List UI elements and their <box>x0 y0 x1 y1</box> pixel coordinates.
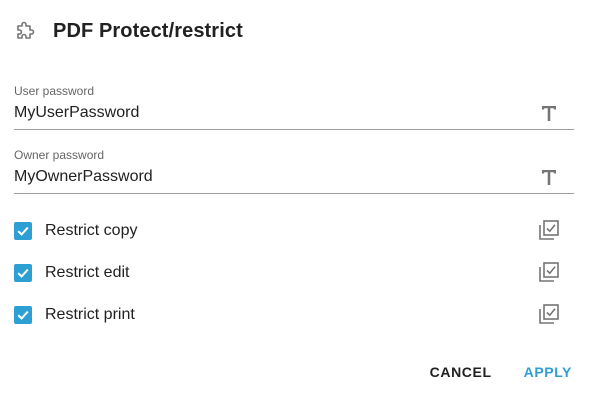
checkbox-type-icon <box>538 219 560 241</box>
dialog-actions: CANCEL APPLY <box>430 364 572 380</box>
owner-password-input[interactable]: MyOwnerPassword <box>14 168 153 186</box>
owner-password-underline <box>14 193 574 194</box>
text-type-icon <box>540 166 558 188</box>
checkbox-type-icon <box>538 303 560 325</box>
user-password-input[interactable]: MyUserPassword <box>14 104 139 122</box>
restrict-edit-label: Restrict edit <box>45 264 130 281</box>
dialog-header: PDF Protect/restrict <box>13 17 243 45</box>
puzzle-icon <box>13 19 37 43</box>
owner-password-label: Owner password <box>14 148 105 162</box>
restrict-print-row[interactable]: Restrict print <box>14 303 574 327</box>
text-type-icon <box>540 102 558 124</box>
pdf-protect-dialog: PDF Protect/restrict User password MyUse… <box>0 0 590 398</box>
restrict-copy-checkbox[interactable] <box>14 222 32 240</box>
checkmark-icon <box>17 226 29 236</box>
restrict-edit-checkbox[interactable] <box>14 264 32 282</box>
restrict-copy-row[interactable]: Restrict copy <box>14 219 574 243</box>
restrict-print-checkbox[interactable] <box>14 306 32 324</box>
dialog-title: PDF Protect/restrict <box>53 19 243 42</box>
checkmark-icon <box>17 268 29 278</box>
restrict-edit-row[interactable]: Restrict edit <box>14 261 574 285</box>
checkmark-icon <box>17 310 29 320</box>
user-password-underline <box>14 129 574 130</box>
restrict-copy-label: Restrict copy <box>45 222 138 239</box>
apply-button[interactable]: APPLY <box>524 364 572 380</box>
restrict-print-label: Restrict print <box>45 306 135 323</box>
checkbox-type-icon <box>538 261 560 283</box>
owner-password-field[interactable]: Owner password MyOwnerPassword <box>14 148 574 194</box>
user-password-field[interactable]: User password MyUserPassword <box>14 84 574 130</box>
cancel-button[interactable]: CANCEL <box>430 364 492 380</box>
user-password-label: User password <box>14 84 95 98</box>
